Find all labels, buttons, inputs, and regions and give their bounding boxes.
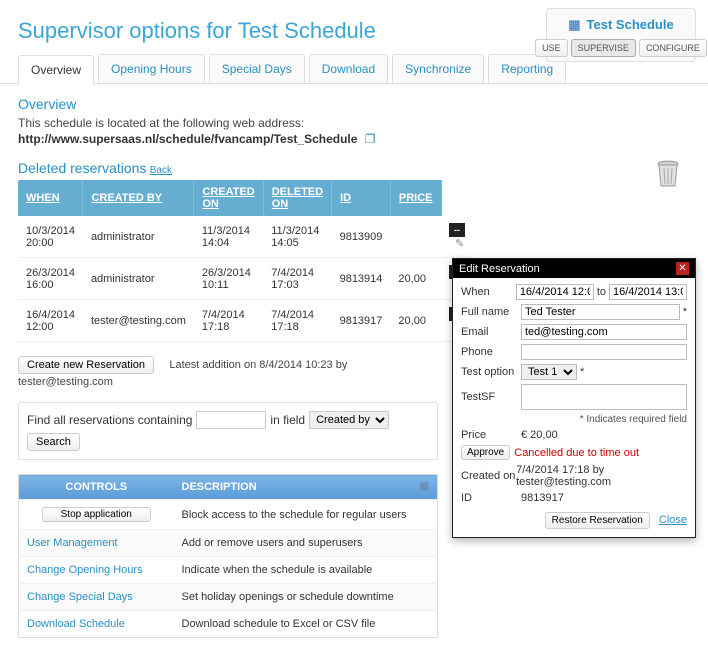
id-value: 9813917 — [521, 492, 564, 504]
price-label: Price — [461, 429, 521, 441]
control-desc: Block access to the schedule for regular… — [174, 500, 438, 530]
grip-icon[interactable]: ▦ — [420, 481, 429, 492]
tab-download[interactable]: Download — [309, 54, 388, 83]
col-created-on[interactable]: CREATED ON — [194, 180, 263, 216]
tab-special-days[interactable]: Special Days — [209, 54, 305, 83]
testopt-label: Test option — [461, 366, 521, 378]
popup-title: Edit Reservation — [459, 263, 540, 275]
status-badge: -- — [449, 223, 465, 237]
price-value: € 20,00 — [521, 429, 558, 441]
fullname-input[interactable] — [521, 304, 680, 320]
tab-synchronize[interactable]: Synchronize — [392, 54, 484, 83]
widget-title: Test Schedule — [551, 13, 691, 39]
table-row: Change Special Days Set holiday openings … — [19, 584, 438, 611]
tab-opening-hours[interactable]: Opening Hours — [98, 54, 205, 83]
control-link[interactable]: Change Opening Hours — [27, 564, 143, 576]
search-button[interactable]: Search — [27, 433, 80, 451]
phone-label: Phone — [461, 346, 521, 358]
deleted-heading: Deleted reservations — [18, 160, 146, 176]
createdon-label: Created on — [461, 470, 516, 482]
table-row: 26/3/2014 16:00administrator26/3/2014 10… — [18, 258, 473, 300]
control-link[interactable]: Change Special Days — [27, 591, 133, 603]
control-desc: Add or remove users and superusers — [174, 530, 438, 557]
when-to-input[interactable] — [609, 284, 687, 300]
email-label: Email — [461, 326, 521, 338]
phone-input[interactable] — [521, 344, 687, 360]
find-label-1: Find all reservations containing — [27, 413, 192, 427]
find-input[interactable] — [196, 411, 266, 429]
createdon-value: 7/4/2014 17:18 by tester@testing.com — [516, 464, 687, 488]
controls-head: CONTROLS — [19, 475, 174, 500]
trash-icon — [656, 160, 680, 188]
control-link[interactable]: User Management — [27, 537, 118, 549]
table-row: Stop application Block access to the sche… — [19, 500, 438, 530]
stop-application-button[interactable]: Stop application — [42, 507, 151, 522]
table-row: 16/4/2014 12:00tester@testing.com7/4/201… — [18, 300, 473, 342]
col-created-by[interactable]: CREATED BY — [83, 180, 194, 216]
control-desc: Download schedule to Excel or CSV file — [174, 611, 438, 638]
when-from-input[interactable] — [516, 284, 594, 300]
id-label: ID — [461, 492, 521, 504]
edit-reservation-popup: Edit Reservation ✕ When to Full name * E… — [452, 258, 696, 538]
description-head: DESCRIPTION▦ — [174, 475, 438, 500]
create-reservation-button[interactable]: Create new Reservation — [18, 356, 154, 374]
find-bar: Find all reservations containing in fiel… — [18, 402, 438, 460]
controls-table: CONTROLS DESCRIPTION▦ Stop application Bl… — [18, 474, 438, 638]
table-row: User Management Add or remove users and s… — [19, 530, 438, 557]
required-hint: * Indicates required field — [461, 414, 687, 425]
use-button[interactable]: USE — [535, 39, 568, 57]
location-text: This schedule is located at the followin… — [18, 116, 690, 130]
close-icon[interactable]: ✕ — [676, 262, 689, 275]
testsf-label: TestSF — [461, 391, 521, 403]
restore-button[interactable]: Restore Reservation — [545, 512, 650, 529]
edit-icon[interactable]: ✎ — [455, 238, 464, 250]
approve-button[interactable]: Approve — [461, 445, 510, 460]
back-link[interactable]: Back — [150, 165, 172, 176]
close-link[interactable]: Close — [659, 514, 687, 526]
external-link-icon[interactable]: ❐ — [365, 132, 376, 146]
fullname-label: Full name — [461, 306, 521, 318]
cancelled-text: Cancelled due to time out — [514, 447, 639, 459]
table-row: 10/3/2014 20:00administrator11/3/2014 14… — [18, 216, 473, 258]
testsf-input[interactable] — [521, 384, 687, 410]
control-desc: Indicate when the schedule is available — [174, 557, 438, 584]
control-desc: Set holiday openings or schedule downtim… — [174, 584, 438, 611]
overview-heading: Overview — [18, 96, 690, 112]
deleted-table: WHEN CREATED BY CREATED ON DELETED ON ID… — [18, 180, 473, 342]
configure-button[interactable]: CONFIGURE — [639, 39, 707, 57]
control-link[interactable]: Download Schedule — [27, 618, 125, 630]
col-id[interactable]: ID — [332, 180, 391, 216]
col-deleted-on[interactable]: DELETED ON — [263, 180, 331, 216]
email-input[interactable] — [521, 324, 687, 340]
find-field-select[interactable]: Created by — [309, 411, 389, 429]
required-star: * — [580, 366, 584, 378]
when-label: When — [461, 286, 516, 298]
supervise-button[interactable]: SUPERVISE — [571, 39, 636, 57]
tab-overview[interactable]: Overview — [18, 55, 94, 84]
col-price[interactable]: PRICE — [390, 180, 441, 216]
col-when[interactable]: WHEN — [18, 180, 83, 216]
required-star: * — [683, 306, 687, 318]
find-label-2: in field — [270, 413, 305, 427]
table-row: Change Opening Hours Indicate when the sc… — [19, 557, 438, 584]
schedule-widget: Test Schedule USE SUPERVISE CONFIGURE — [546, 8, 696, 62]
testopt-select[interactable]: Test 1 — [521, 364, 577, 380]
schedule-url: http://www.supersaas.nl/schedule/fvancam… — [18, 132, 357, 146]
table-row: Download Schedule Download schedule to Ex… — [19, 611, 438, 638]
to-label: to — [597, 286, 606, 298]
